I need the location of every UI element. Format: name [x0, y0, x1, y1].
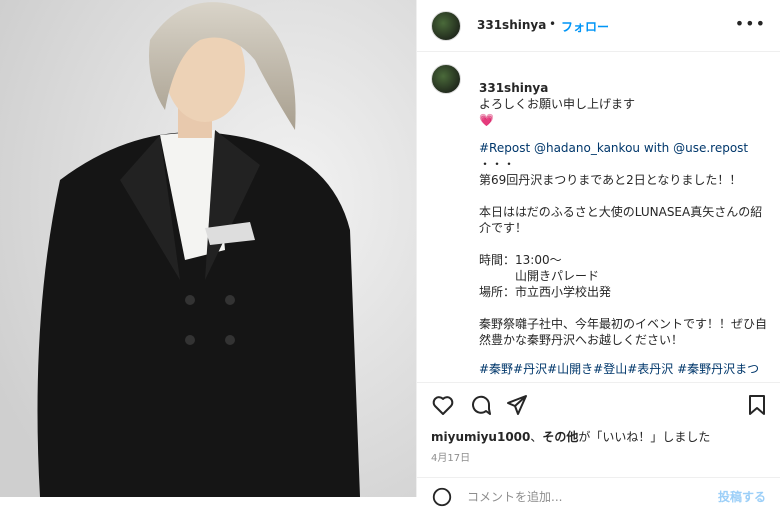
- comment-bar: コメントを追加... 投稿する: [417, 477, 780, 507]
- repost-credit[interactable]: #Repost @hadano_kankou with @use.repost: [479, 140, 771, 156]
- bookmark-icon[interactable]: [745, 393, 769, 417]
- follow-button[interactable]: フォロー: [561, 18, 609, 35]
- smiley-icon[interactable]: [431, 486, 453, 508]
- separator-dot: •: [549, 17, 557, 31]
- post-image: [0, 0, 416, 497]
- post-date[interactable]: 4月17日: [431, 449, 470, 464]
- caption: 331shinya よろしくお願い申し上げます 💗 #Repost @hadan…: [431, 64, 771, 378]
- more-options-icon[interactable]: •••: [735, 14, 766, 33]
- header-username[interactable]: 331shinya: [477, 18, 546, 32]
- share-icon[interactable]: [505, 393, 529, 417]
- caption-greeting: よろしくお願い申し上げます: [479, 97, 636, 111]
- post-side-panel: 331shinya • フォロー ••• 331shinya よろしくお願い申し…: [416, 0, 780, 507]
- likes-summary: miyumiyu1000、その他が「いいね！」しました: [431, 430, 711, 444]
- hashtags[interactable]: #秦野#丹沢#山開き#登山#表丹沢 #秦野丹沢まつり #unasea #真矢#マ…: [479, 360, 771, 378]
- heart-icon[interactable]: [431, 393, 455, 417]
- likes-others[interactable]: その他: [542, 430, 578, 444]
- likes-suffix: が「いいね！」しました: [578, 430, 711, 444]
- post-photo[interactable]: [0, 0, 416, 497]
- caption-body: ・・・ 第69回丹沢まつりまであと2日となりました！！ 本日ははだのふるさと大使…: [479, 157, 768, 347]
- action-bar: [417, 382, 780, 426]
- avatar[interactable]: [431, 11, 461, 41]
- post-header: 331shinya • フォロー •••: [417, 0, 780, 52]
- caption-avatar[interactable]: [431, 64, 461, 94]
- caption-username[interactable]: 331shinya: [479, 81, 548, 95]
- likes-user[interactable]: miyumiyu1000: [431, 430, 530, 444]
- comment-icon[interactable]: [469, 393, 493, 417]
- heart-emoji: 💗: [479, 113, 494, 127]
